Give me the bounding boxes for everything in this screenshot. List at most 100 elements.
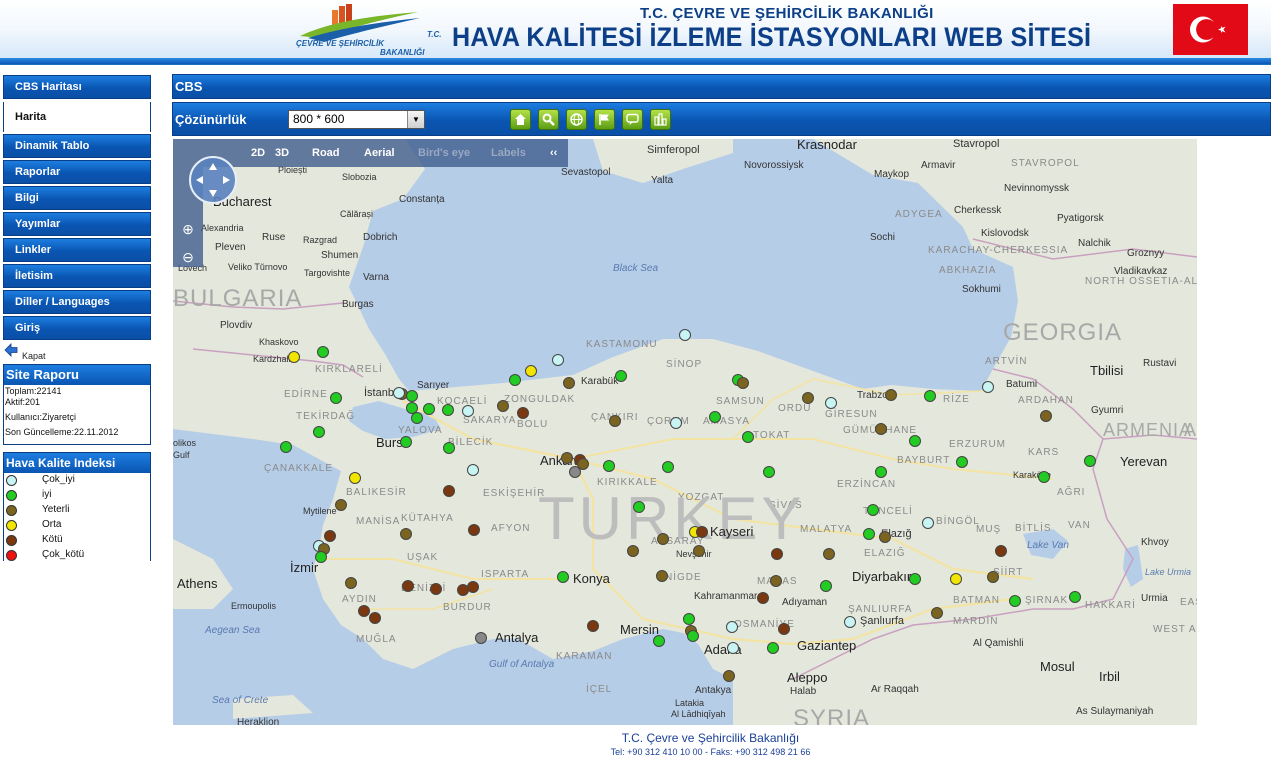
station-marker[interactable] xyxy=(742,431,754,443)
station-marker[interactable] xyxy=(770,575,782,587)
chart-button[interactable] xyxy=(650,109,671,130)
station-marker[interactable] xyxy=(402,580,414,592)
zoom-out-icon[interactable]: ⊖ xyxy=(180,249,196,265)
station-marker[interactable] xyxy=(693,545,705,557)
home-button[interactable] xyxy=(510,109,531,130)
nav-raporlar[interactable]: Raporlar xyxy=(3,160,151,184)
station-marker[interactable] xyxy=(423,403,435,415)
station-marker[interactable] xyxy=(823,548,835,560)
station-marker[interactable] xyxy=(400,436,412,448)
station-marker[interactable] xyxy=(561,452,573,464)
station-marker[interactable] xyxy=(615,370,627,382)
station-marker[interactable] xyxy=(909,435,921,447)
station-marker[interactable] xyxy=(627,545,639,557)
station-marker[interactable] xyxy=(467,464,479,476)
station-marker[interactable] xyxy=(867,504,879,516)
road-button[interactable]: Road xyxy=(312,147,340,159)
station-marker[interactable] xyxy=(324,530,336,542)
station-marker[interactable] xyxy=(771,548,783,560)
station-marker[interactable] xyxy=(950,573,962,585)
map-view[interactable]: Krasnodar Stavropol Simferopol Novorossi… xyxy=(173,139,1197,725)
station-marker[interactable] xyxy=(727,642,739,654)
station-marker[interactable] xyxy=(462,405,474,417)
station-marker[interactable] xyxy=(653,635,665,647)
station-marker[interactable] xyxy=(525,365,537,377)
station-marker[interactable] xyxy=(863,528,875,540)
station-marker[interactable] xyxy=(802,392,814,404)
station-marker[interactable] xyxy=(497,400,509,412)
station-marker[interactable] xyxy=(820,580,832,592)
station-marker[interactable] xyxy=(875,423,887,435)
labels-button[interactable]: Labels xyxy=(491,147,526,159)
station-marker[interactable] xyxy=(393,387,405,399)
station-marker[interactable] xyxy=(288,351,300,363)
station-marker[interactable] xyxy=(517,407,529,419)
nav-giris[interactable]: Giriş xyxy=(3,316,151,340)
station-marker[interactable] xyxy=(1084,455,1096,467)
station-marker[interactable] xyxy=(987,571,999,583)
station-marker[interactable] xyxy=(317,346,329,358)
station-marker[interactable] xyxy=(931,607,943,619)
resolution-select[interactable]: 800 * 600 ▼ xyxy=(288,110,425,129)
station-marker[interactable] xyxy=(468,524,480,536)
station-marker[interactable] xyxy=(587,620,599,632)
view-3d-button[interactable]: 3D xyxy=(275,147,289,159)
station-marker[interactable] xyxy=(956,456,968,468)
station-marker[interactable] xyxy=(726,621,738,633)
station-marker[interactable] xyxy=(879,531,891,543)
station-marker[interactable] xyxy=(679,329,691,341)
collapse-controls-button[interactable]: ‹‹ xyxy=(550,147,557,159)
station-marker[interactable] xyxy=(467,581,479,593)
station-marker[interactable] xyxy=(603,460,615,472)
station-marker[interactable] xyxy=(657,533,669,545)
station-marker[interactable] xyxy=(609,415,621,427)
station-marker[interactable] xyxy=(475,632,487,644)
station-marker[interactable] xyxy=(767,642,779,654)
station-marker[interactable] xyxy=(662,461,674,473)
station-marker[interactable] xyxy=(1040,410,1052,422)
station-marker[interactable] xyxy=(358,605,370,617)
station-marker[interactable] xyxy=(737,377,749,389)
station-marker[interactable] xyxy=(315,551,327,563)
station-marker[interactable] xyxy=(430,583,442,595)
pan-compass-icon[interactable] xyxy=(189,156,237,204)
nav-yayimlar[interactable]: Yayımlar xyxy=(3,212,151,236)
station-marker[interactable] xyxy=(763,466,775,478)
station-marker[interactable] xyxy=(443,442,455,454)
station-marker[interactable] xyxy=(885,389,897,401)
station-marker[interactable] xyxy=(400,528,412,540)
station-marker[interactable] xyxy=(563,377,575,389)
nav-iletisim[interactable]: İletisim xyxy=(3,264,151,288)
station-marker[interactable] xyxy=(922,517,934,529)
nav-cbs-haritasi[interactable]: CBS Haritası xyxy=(3,75,151,99)
station-marker[interactable] xyxy=(982,381,994,393)
station-marker[interactable] xyxy=(509,374,521,386)
station-marker[interactable] xyxy=(709,411,721,423)
station-marker[interactable] xyxy=(778,623,790,635)
station-marker[interactable] xyxy=(656,570,668,582)
station-marker[interactable] xyxy=(345,577,357,589)
flag-button[interactable] xyxy=(594,109,615,130)
station-marker[interactable] xyxy=(633,501,645,513)
nav-dinamik-tablo[interactable]: Dinamik Tablo xyxy=(3,134,151,158)
station-marker[interactable] xyxy=(1009,595,1021,607)
station-marker[interactable] xyxy=(825,397,837,409)
station-marker[interactable] xyxy=(335,499,347,511)
station-marker[interactable] xyxy=(442,404,454,416)
station-marker[interactable] xyxy=(313,426,325,438)
station-marker[interactable] xyxy=(875,466,887,478)
nav-bilgi[interactable]: Bilgi xyxy=(3,186,151,210)
station-marker[interactable] xyxy=(557,571,569,583)
station-marker[interactable] xyxy=(349,472,361,484)
station-marker[interactable] xyxy=(406,402,418,414)
station-marker[interactable] xyxy=(552,354,564,366)
station-marker[interactable] xyxy=(670,417,682,429)
station-marker[interactable] xyxy=(844,616,856,628)
search-button[interactable] xyxy=(538,109,559,130)
station-marker[interactable] xyxy=(757,592,769,604)
view-2d-button[interactable]: 2D xyxy=(251,147,265,159)
nav-harita[interactable]: Harita xyxy=(3,102,151,132)
nav-languages[interactable]: Diller / Languages xyxy=(3,290,151,314)
station-marker[interactable] xyxy=(280,441,292,453)
comment-button[interactable] xyxy=(622,109,643,130)
